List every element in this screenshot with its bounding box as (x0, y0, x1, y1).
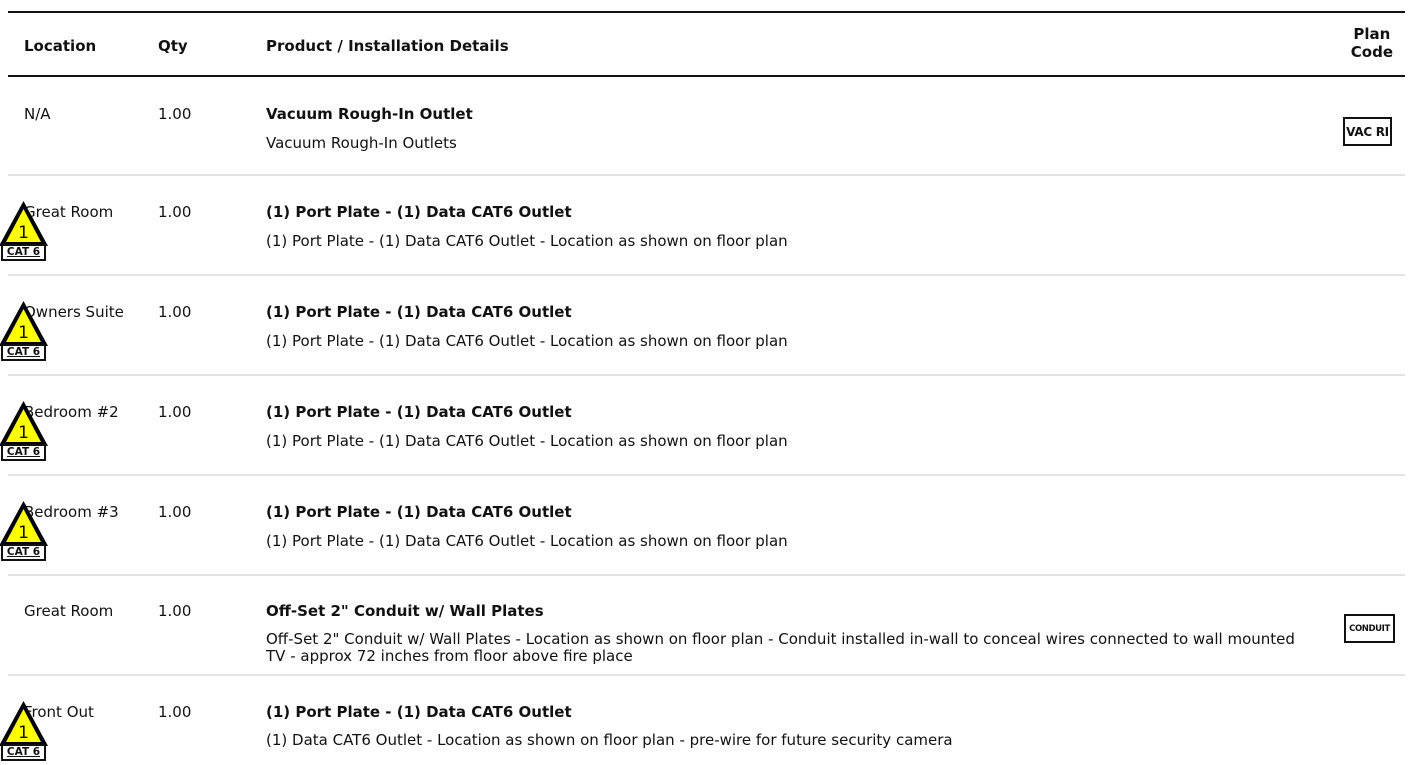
row-title: (1) Port Plate - (1) Data CAT6 Outlet (266, 303, 572, 321)
plan-code-cat6-warning-icon: 1 CAT 6 (0, 398, 51, 461)
row-description: (1) Port Plate - (1) Data CAT6 Outlet - … (266, 232, 788, 250)
table-header: Location Qty Product / Installation Deta… (8, 13, 1405, 75)
plan-code-cat6-warning-icon: 1 CAT 6 (0, 298, 51, 361)
row-qty: 1.00 (158, 303, 192, 321)
row-description: (1) Data CAT6 Outlet - Location as shown… (266, 731, 953, 749)
plan-code-cat6-warning-icon: 1 CAT 6 (0, 698, 51, 761)
header-details: Product / Installation Details (266, 37, 509, 55)
row-location: N/A (24, 105, 51, 123)
table-row: Bedroom #3 1.00 (1) Port Plate - (1) Dat… (0, 476, 1405, 576)
svg-text:1: 1 (18, 223, 29, 243)
table-row: Great Room 1.00 Off-Set 2" Conduit w/ Wa… (8, 576, 1405, 676)
plan-code-cat6-warning-icon: 1 CAT 6 (0, 198, 51, 261)
warning-triangle-icon: 1 (0, 301, 48, 346)
row-title: Off-Set 2" Conduit w/ Wall Plates (266, 602, 544, 620)
row-qty: 1.00 (158, 203, 192, 221)
table-row: Great Room 1.00 (1) Port Plate - (1) Dat… (0, 176, 1405, 276)
row-qty: 1.00 (158, 105, 192, 123)
table-row: Owners Suite 1.00 (1) Port Plate - (1) D… (0, 276, 1405, 376)
warning-triangle-icon: 1 (0, 701, 48, 746)
row-qty: 1.00 (158, 503, 192, 521)
row-location: Great Room (24, 602, 114, 620)
table-row: Bedroom #2 1.00 (1) Port Plate - (1) Dat… (0, 376, 1405, 476)
warning-triangle-icon: 1 (0, 401, 48, 446)
row-title: (1) Port Plate - (1) Data CAT6 Outlet (266, 703, 572, 721)
row-description: (1) Port Plate - (1) Data CAT6 Outlet - … (266, 332, 788, 350)
svg-text:1: 1 (18, 523, 29, 543)
header-plan-code: Plan Code (1350, 25, 1393, 61)
row-title: Vacuum Rough-In Outlet (266, 105, 473, 123)
row-title: (1) Port Plate - (1) Data CAT6 Outlet (266, 403, 572, 421)
table-row: Front Out 1.00 (1) Port Plate - (1) Data… (0, 676, 1405, 765)
svg-text:1: 1 (18, 323, 29, 343)
table-row: N/A 1.00 Vacuum Rough-In Outlet Vacuum R… (8, 77, 1405, 176)
row-qty: 1.00 (158, 403, 192, 421)
row-description: Vacuum Rough-In Outlets (266, 134, 457, 152)
header-location: Location (24, 37, 97, 55)
row-title: (1) Port Plate - (1) Data CAT6 Outlet (266, 203, 572, 221)
svg-text:1: 1 (18, 723, 29, 743)
warning-triangle-icon: 1 (0, 201, 48, 246)
row-description: Off-Set 2" Conduit w/ Wall Plates - Loca… (266, 630, 1295, 665)
row-title: (1) Port Plate - (1) Data CAT6 Outlet (266, 503, 572, 521)
plan-code-cat6-warning-icon: 1 CAT 6 (0, 498, 51, 561)
warning-triangle-icon: 1 (0, 501, 48, 546)
row-qty: 1.00 (158, 703, 192, 721)
header-qty: Qty (158, 37, 188, 55)
plan-code-vac-ri-icon: VAC RI (1343, 117, 1392, 146)
plan-code-conduit-icon: CONDUIT (1344, 614, 1395, 643)
row-qty: 1.00 (158, 602, 192, 620)
row-description: (1) Port Plate - (1) Data CAT6 Outlet - … (266, 532, 788, 550)
row-description: (1) Port Plate - (1) Data CAT6 Outlet - … (266, 432, 788, 450)
svg-text:1: 1 (18, 423, 29, 443)
